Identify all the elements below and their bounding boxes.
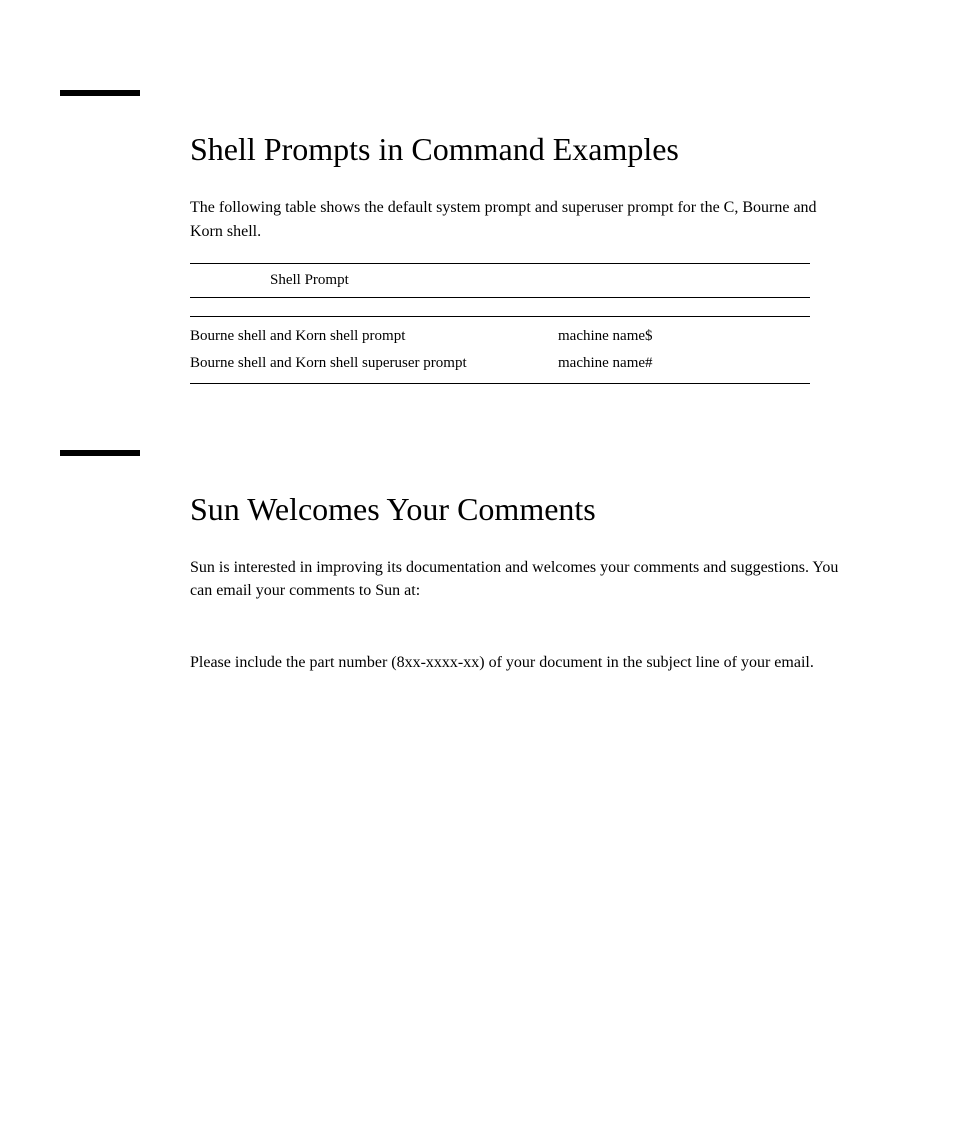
intro-paragraph: The following table shows the default sy… (190, 196, 844, 242)
shell-prompt-table: Shell Prompt Bourne shell and Korn shell… (190, 263, 810, 384)
page-content: Shell Prompts in Command Examples The fo… (0, 0, 954, 674)
email-placeholder-gap (190, 623, 844, 651)
table-body: Bourne shell and Korn shell prompt machi… (190, 316, 810, 384)
section-rule (60, 90, 140, 96)
table-header-cell: Shell Prompt (190, 272, 810, 289)
heading-comments: Sun Welcomes Your Comments (190, 490, 844, 528)
section-comments: Sun Welcomes Your Comments Sun is intere… (60, 450, 844, 674)
table-row: Bourne shell and Korn shell superuser pr… (190, 350, 810, 377)
section-rule (60, 450, 140, 456)
comments-content: Sun Welcomes Your Comments Sun is intere… (190, 490, 844, 674)
table-header-row: Shell Prompt (190, 263, 810, 298)
table-cell-shell: Bourne shell and Korn shell prompt (190, 328, 558, 345)
comments-paragraph-1: Sun is interested in improving its docum… (190, 556, 844, 602)
table-row: Bourne shell and Korn shell prompt machi… (190, 323, 810, 350)
table-cell-prompt: machine name$ (558, 328, 810, 345)
table-cell-shell: Bourne shell and Korn shell superuser pr… (190, 355, 558, 372)
table-cell-prompt: machine name# (558, 355, 810, 372)
section-shell-prompts: Shell Prompts in Command Examples The fo… (190, 130, 844, 384)
comments-paragraph-2: Please include the part number (8xx-xxxx… (190, 651, 844, 674)
heading-shell-prompts: Shell Prompts in Command Examples (190, 130, 844, 168)
